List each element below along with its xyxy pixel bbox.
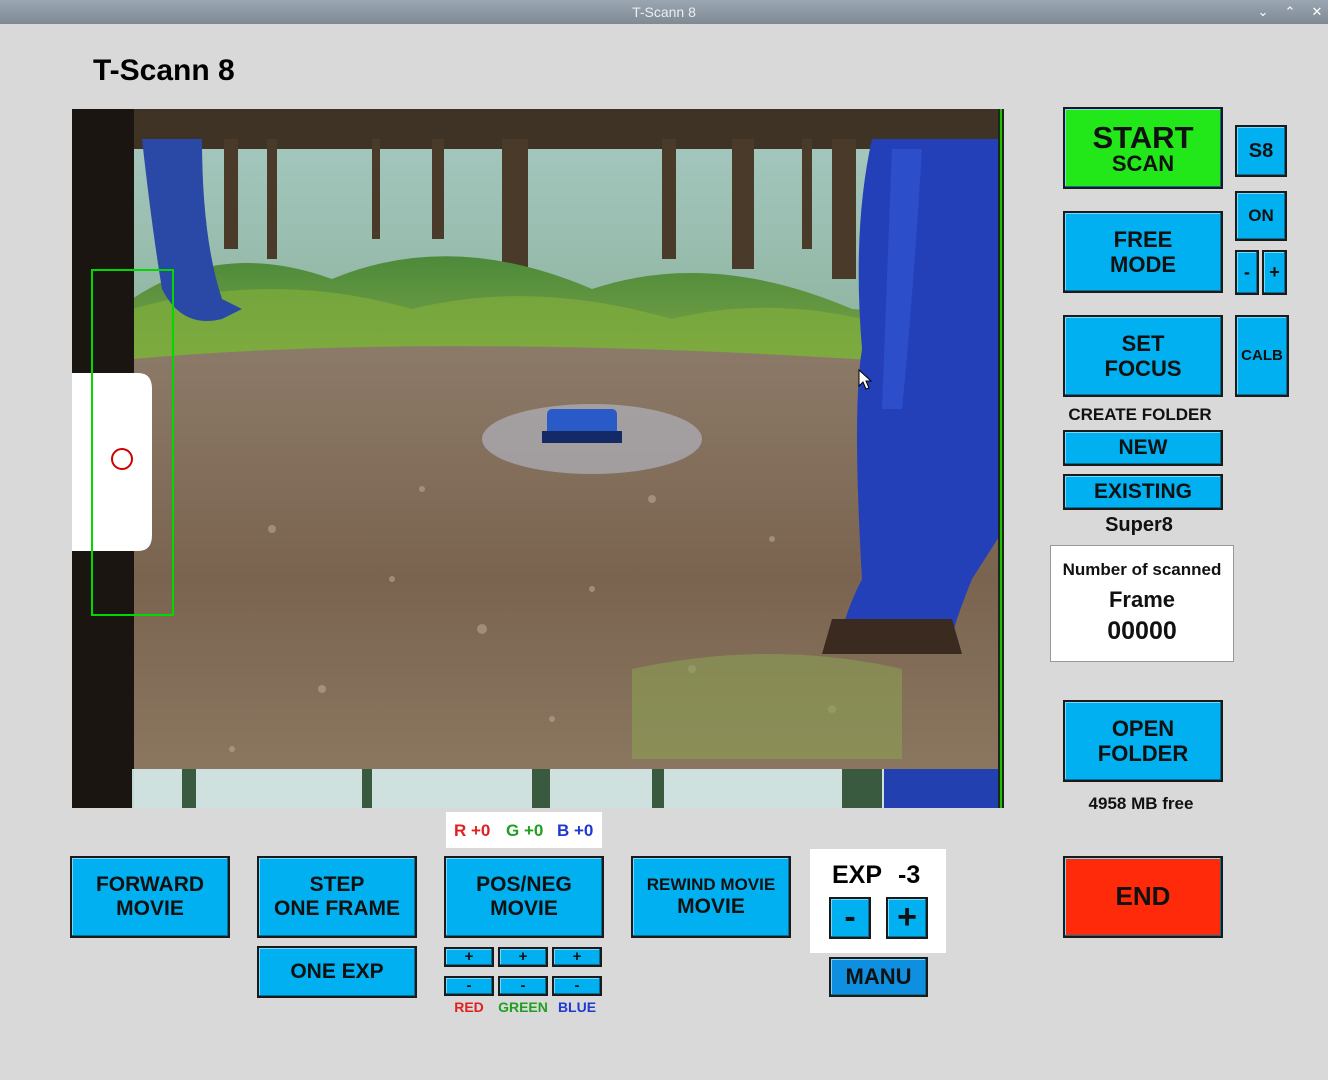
scanned-frames-panel: Number of scanned Frame 00000 <box>1050 545 1234 662</box>
rewind-movie-button[interactable]: REWIND MOVIE MOVIE <box>631 856 791 938</box>
scanned-label: Number of scanned <box>1062 560 1222 579</box>
frame-label: Frame <box>1108 587 1176 612</box>
pos-neg-movie-button[interactable]: POS/NEG MOVIE <box>444 856 604 938</box>
exposure-minus-button[interactable]: - <box>829 897 871 939</box>
decrease-label: - <box>1244 262 1250 283</box>
red-minus-button[interactable]: - <box>444 976 494 996</box>
end-label: END <box>1115 881 1171 912</box>
green-minus-button[interactable]: - <box>498 976 548 996</box>
blue-minus-label: - <box>574 977 580 995</box>
step-line2: ONE FRAME <box>274 897 400 920</box>
increase-label: + <box>1269 262 1280 283</box>
green-label: GREEN <box>498 999 548 1015</box>
forward-movie-button[interactable]: FORWARD MOVIE <box>70 856 230 938</box>
auto-exposure-on-button[interactable]: ON <box>1235 191 1287 241</box>
set-focus-line2: FOCUS <box>1104 356 1182 381</box>
forward-line2: MOVIE <box>116 897 184 920</box>
one-exp-button[interactable]: ONE EXP <box>257 946 417 998</box>
rewind-line1: REWIND MOVIE <box>646 875 776 895</box>
start-scan-line2: SCAN <box>1111 150 1175 176</box>
free-space-label: 4958 MB free <box>1088 794 1194 813</box>
close-icon[interactable]: ✕ <box>1308 3 1326 21</box>
increase-button[interactable]: + <box>1262 250 1287 295</box>
existing-label: EXISTING <box>1093 479 1193 503</box>
red-label: RED <box>454 999 484 1015</box>
green-offset: G +0 <box>506 821 544 840</box>
red-minus-label: - <box>466 977 472 995</box>
green-minus-label: - <box>520 977 526 995</box>
decrease-button[interactable]: - <box>1235 250 1259 295</box>
calibrate-button[interactable]: CALB <box>1235 315 1289 397</box>
exp-label: EXP <box>832 861 883 889</box>
existing-folder-button[interactable]: EXISTING <box>1063 474 1223 510</box>
calb-label: CALB <box>1241 347 1283 365</box>
red-offset: R +0 <box>454 821 491 840</box>
green-plus-label: + <box>518 948 528 966</box>
film-type-s8-button[interactable]: S8 <box>1235 125 1287 177</box>
window-title: T-Scann 8 <box>632 4 696 20</box>
rgb-offset-display: R +0 G +0 B +0 <box>446 812 602 848</box>
posneg-line2: MOVIE <box>490 897 558 920</box>
s8-label: S8 <box>1248 139 1274 162</box>
exposure-panel: EXP -3 - + <box>810 849 946 953</box>
set-focus-button[interactable]: SET FOCUS <box>1063 315 1223 397</box>
manu-label: MANU <box>845 964 912 990</box>
blue-label: BLUE <box>557 999 597 1015</box>
step-line1: STEP <box>309 872 365 896</box>
step-one-frame-button[interactable]: STEP ONE FRAME <box>257 856 417 938</box>
one-exp-label: ONE EXP <box>290 959 384 983</box>
blue-plus-label: + <box>572 948 582 966</box>
minimize-icon[interactable]: ⌄ <box>1254 3 1272 21</box>
free-mode-button[interactable]: FREE MODE <box>1063 211 1223 293</box>
exp-plus-label: + <box>897 898 917 937</box>
window-titlebar: T-Scann 8 ⌄ ⌃ ✕ <box>0 0 1328 24</box>
posneg-line1: POS/NEG <box>476 872 572 896</box>
free-mode-line2: MODE <box>1110 252 1176 277</box>
film-frame-image <box>72 109 1004 808</box>
green-plus-button[interactable]: + <box>498 947 548 967</box>
exposure-plus-button[interactable]: + <box>886 897 928 939</box>
end-button[interactable]: END <box>1063 856 1223 938</box>
maximize-icon[interactable]: ⌃ <box>1281 3 1299 21</box>
free-mode-line1: FREE <box>1113 226 1173 252</box>
exp-value: -3 <box>898 861 921 889</box>
manual-exposure-button[interactable]: MANU <box>829 957 928 997</box>
app-title: T-Scann 8 <box>93 54 235 87</box>
forward-line1: FORWARD <box>95 872 205 896</box>
exp-minus-label: - <box>844 898 856 937</box>
new-folder-button[interactable]: NEW <box>1063 430 1223 466</box>
blue-offset: B +0 <box>557 821 594 840</box>
set-focus-line1: SET <box>1121 330 1165 356</box>
open-folder-line2: FOLDER <box>1097 741 1189 766</box>
open-folder-line1: OPEN <box>1111 715 1175 741</box>
create-folder-label: CREATE FOLDER <box>1068 405 1212 424</box>
blue-minus-button[interactable]: - <box>552 976 602 996</box>
frame-count: 00000 <box>1107 617 1177 645</box>
blue-plus-button[interactable]: + <box>552 947 602 967</box>
film-preview <box>72 109 1004 808</box>
rewind-line2: MOVIE <box>677 894 745 918</box>
red-plus-button[interactable]: + <box>444 947 494 967</box>
open-folder-button[interactable]: OPEN FOLDER <box>1063 700 1223 782</box>
on-label: ON <box>1248 206 1274 226</box>
new-label: NEW <box>1118 435 1168 459</box>
red-plus-label: + <box>464 948 474 966</box>
start-scan-line1: START <box>1092 119 1194 155</box>
film-type-label: Super8 <box>1105 514 1173 536</box>
start-scan-button[interactable]: START SCAN <box>1063 107 1223 189</box>
